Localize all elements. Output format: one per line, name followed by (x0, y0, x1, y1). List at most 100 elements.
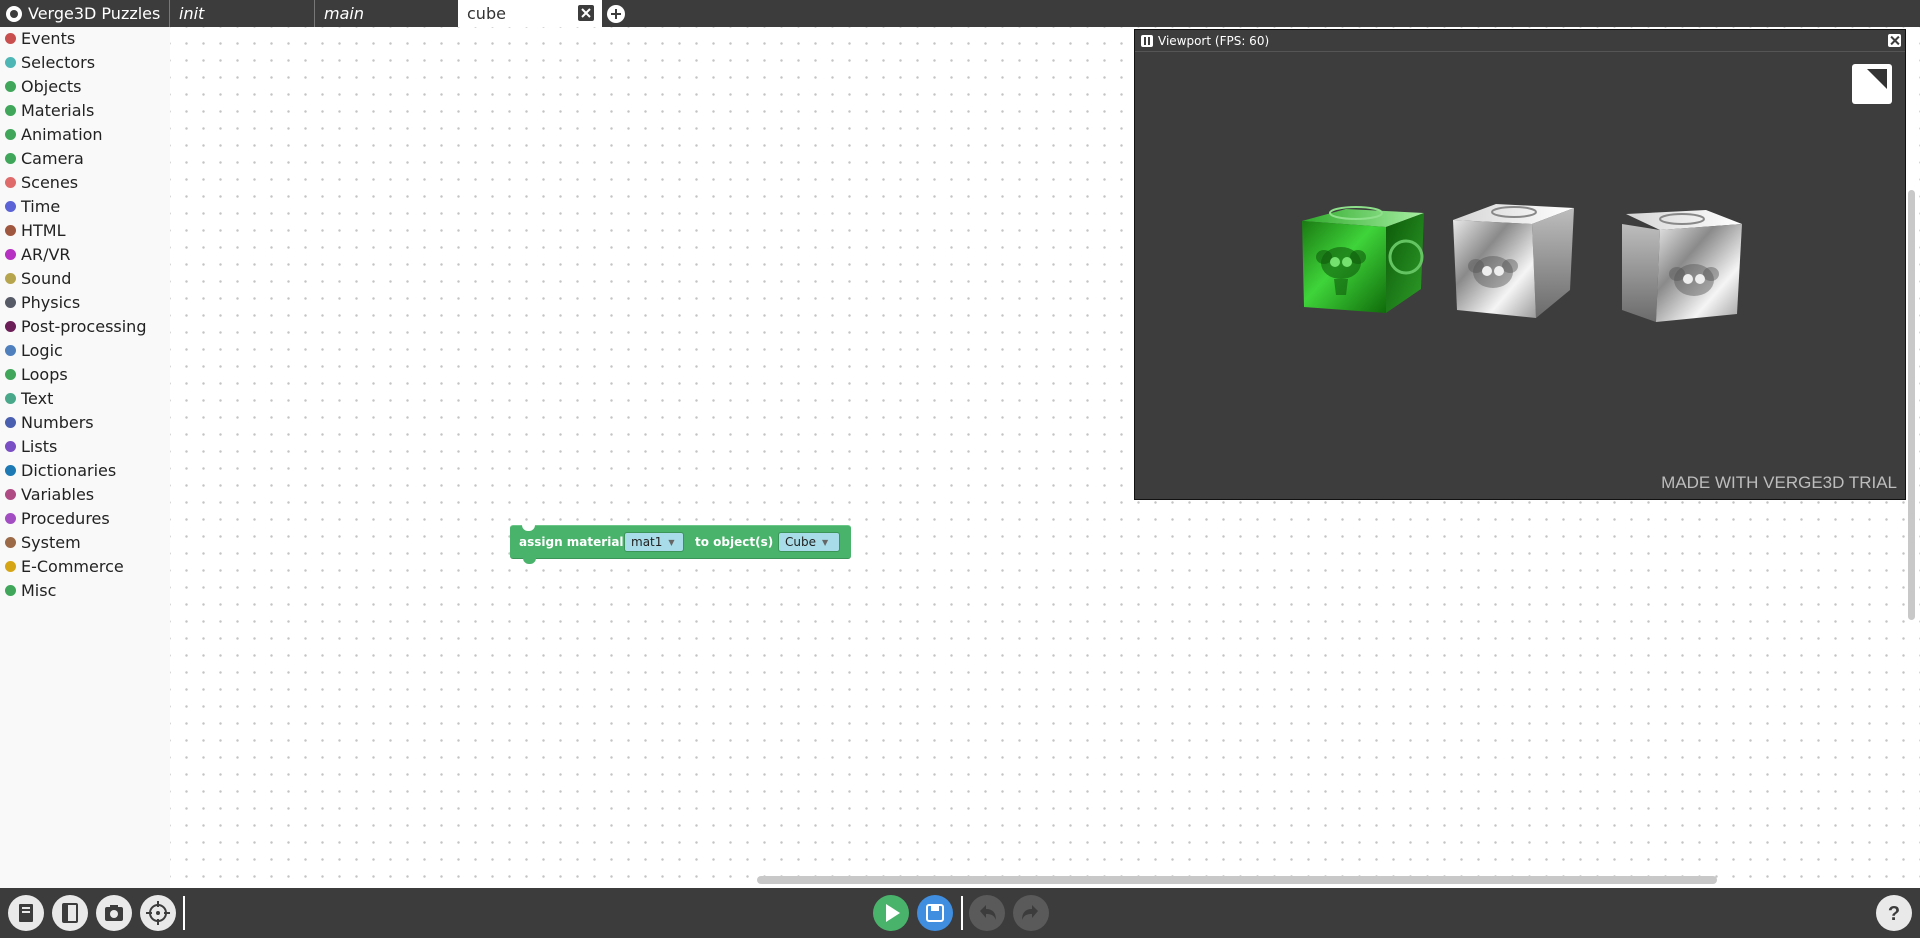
category-label: Post-processing (21, 316, 147, 336)
toolbox-category-dictionaries[interactable]: Dictionaries (0, 459, 116, 481)
viewport-panel: Viewport (FPS: 60) MADE WITH VERGE3D TRI… (1134, 29, 1906, 500)
toolbox-category-post-processing[interactable]: Post-processing (0, 315, 146, 337)
toolbox-category-sound[interactable]: Sound (0, 267, 71, 289)
toolbox-category-ar-vr[interactable]: AR/VR (0, 243, 71, 265)
toolbox-category-selectors[interactable]: Selectors (0, 51, 95, 73)
category-label: HTML (21, 220, 66, 240)
toolbox-category-time[interactable]: Time (0, 195, 60, 217)
category-color-dot (5, 80, 16, 92)
tab-main[interactable]: main (314, 0, 457, 27)
toolbox-category-loops[interactable]: Loops (0, 363, 68, 385)
category-label: Animation (21, 124, 103, 144)
category-label: Sound (21, 268, 72, 288)
category-color-dot (5, 248, 16, 260)
screenshot-icon[interactable] (96, 895, 132, 931)
app-title[interactable]: Verge3D Puzzles (0, 0, 168, 27)
category-color-dot (5, 56, 16, 68)
redo-icon[interactable] (1013, 895, 1049, 931)
category-color-dot (5, 152, 16, 164)
toolbox-category-e-commerce[interactable]: E-Commerce (0, 555, 124, 577)
undo-icon[interactable] (969, 895, 1005, 931)
help-icon[interactable]: ? (1876, 895, 1912, 931)
category-label: Materials (21, 100, 95, 120)
close-viewport-icon[interactable] (1888, 34, 1901, 47)
category-color-dot (5, 488, 16, 500)
toolbox-category-animation[interactable]: Animation (0, 123, 103, 145)
toolbox-category-variables[interactable]: Variables (0, 483, 94, 505)
tab-label: cube (467, 4, 506, 23)
category-color-dot (5, 512, 16, 524)
add-tab-icon[interactable] (607, 5, 625, 23)
toolbox-category-system[interactable]: System (0, 531, 81, 553)
category-color-dot (5, 104, 16, 116)
category-label: Time (21, 196, 61, 216)
category-color-dot (5, 368, 16, 380)
toolbox-category-materials[interactable]: Materials (0, 99, 94, 121)
toolbox-category-numbers[interactable]: Numbers (0, 411, 94, 433)
material-dropdown-value: mat1 (631, 535, 663, 549)
svg-text:?: ? (1888, 903, 1900, 925)
close-tab-icon[interactable] (578, 5, 594, 21)
workspace-horizontal-scrollbar[interactable] (757, 876, 1717, 884)
toolbox-category-text[interactable]: Text (0, 387, 53, 409)
toolbar-separator (961, 896, 963, 930)
block-to-objects-label: to object(s) (695, 535, 774, 549)
green-cube-render[interactable] (1294, 189, 1434, 329)
category-label: Text (21, 388, 54, 408)
category-label: Selectors (21, 52, 96, 72)
assign-material-block[interactable]: assign material mat1 ▼ to object(s) Cube… (510, 525, 851, 564)
category-color-dot (5, 560, 16, 572)
block-label: assign material (519, 535, 624, 549)
dropdown-arrow-icon: ▼ (821, 537, 829, 547)
category-color-dot (5, 320, 16, 332)
toolbox-category-objects[interactable]: Objects (0, 75, 81, 97)
viewport-header[interactable]: Viewport (FPS: 60) (1135, 30, 1905, 51)
category-label: Camera (21, 148, 84, 168)
toolbox-category-misc[interactable]: Misc (0, 579, 56, 601)
category-color-dot (5, 344, 16, 356)
manual-icon[interactable] (8, 895, 44, 931)
dropdown-arrow-icon: ▼ (668, 537, 675, 547)
chrome-cube-center-render[interactable] (1450, 192, 1585, 327)
toolbox-category-scenes[interactable]: Scenes (0, 171, 78, 193)
toolbox-category-lists[interactable]: Lists (0, 435, 57, 457)
toolbox-category-physics[interactable]: Physics (0, 291, 80, 313)
category-label: System (21, 532, 81, 552)
object-dropdown[interactable]: Cube ▼ (778, 532, 840, 552)
toolbox-category-procedures[interactable]: Procedures (0, 507, 110, 529)
save-file-icon[interactable] (52, 895, 88, 931)
category-label: Lists (21, 436, 58, 456)
pause-icon[interactable] (1141, 34, 1153, 47)
tab-cube[interactable]: cube (458, 0, 602, 27)
category-label: AR/VR (21, 244, 71, 264)
verge3d-logo-icon (6, 5, 22, 22)
object-dropdown-value: Cube (785, 535, 816, 549)
workspace-vertical-scrollbar[interactable] (1908, 190, 1915, 620)
toolbar-separator (183, 896, 185, 930)
category-label: Objects (21, 76, 82, 96)
center-view-icon[interactable] (140, 895, 176, 931)
category-label: E-Commerce (21, 556, 124, 576)
toolbox-category-logic[interactable]: Logic (0, 339, 63, 361)
category-label: Misc (21, 580, 57, 600)
material-dropdown[interactable]: mat1 ▼ (624, 532, 684, 552)
tab-init[interactable]: init (169, 0, 314, 27)
category-color-dot (5, 296, 16, 308)
category-label: Variables (21, 484, 95, 504)
play-icon[interactable] (873, 895, 909, 931)
chrome-cube-right-render[interactable] (1616, 200, 1746, 335)
category-color-dot (5, 272, 16, 284)
toolbox-category-events[interactable]: Events (0, 27, 75, 49)
save-icon[interactable] (917, 895, 953, 931)
toolbox-category-camera[interactable]: Camera (0, 147, 84, 169)
category-color-dot (5, 584, 16, 596)
viewport-title: Viewport (FPS: 60) (1158, 33, 1270, 48)
category-label: Scenes (21, 172, 79, 192)
toolbox-category-html[interactable]: HTML (0, 219, 66, 241)
fullscreen-icon[interactable] (1852, 64, 1892, 104)
toolbox-sidebar: Events Selectors Objects Materials Anima… (0, 27, 170, 888)
trial-watermark: MADE WITH VERGE3D TRIAL (1661, 473, 1897, 492)
tab-label: main (324, 4, 364, 23)
viewport-header-divider (1135, 51, 1905, 52)
category-label: Procedures (21, 508, 110, 528)
